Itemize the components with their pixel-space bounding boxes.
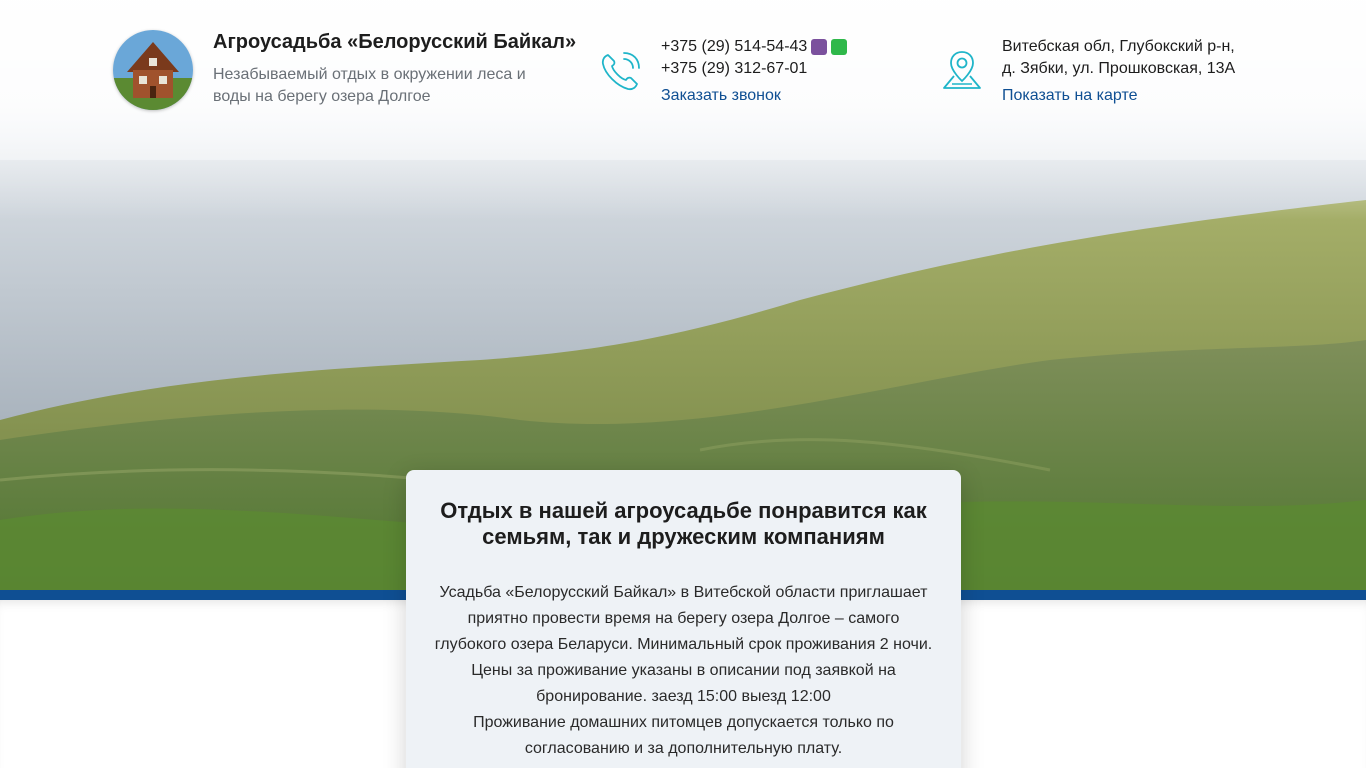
logo[interactable] — [113, 30, 193, 110]
whatsapp-icon[interactable] — [831, 39, 848, 55]
intro-paragraph-2: Проживание домашних питомцев допускается… — [473, 714, 894, 757]
phone-number-primary[interactable]: +375 (29) 514-54-43 — [661, 36, 848, 58]
show-on-map-link[interactable]: Показать на карте — [1002, 85, 1137, 107]
house-photo-logo — [113, 30, 193, 110]
phone-number-secondary[interactable]: +375 (29) 312-67-01 — [661, 58, 807, 80]
address-line-1: Витебская обл, Глубокский р-н, — [1002, 38, 1235, 55]
hero-top-fade — [0, 0, 1366, 220]
request-callback-link[interactable]: Заказать звонок — [661, 85, 781, 107]
address-line-2: д. Зябки, ул. Прошковская, 13А — [1002, 60, 1236, 77]
site-title: Агроусадьба «Белорусский Байкал» — [213, 31, 577, 53]
intro-card: Отдых в нашей агроусадьбе понравится как… — [406, 470, 961, 768]
map-pin-icon — [943, 51, 981, 89]
viber-icon[interactable] — [811, 39, 828, 55]
intro-card-text: Усадьба «Белорусский Байкал» в Витебской… — [432, 580, 935, 762]
intro-paragraph-1: Усадьба «Белорусский Байкал» в Витебской… — [434, 584, 933, 705]
site-tagline: Незабываемый отдых в окружении леса и во… — [213, 66, 526, 105]
phone-number-primary-text[interactable]: +375 (29) 514-54-43 — [661, 36, 807, 58]
intro-card-title: Отдых в нашей агроусадьбе понравится как… — [440, 498, 927, 549]
phone-icon — [601, 52, 640, 91]
